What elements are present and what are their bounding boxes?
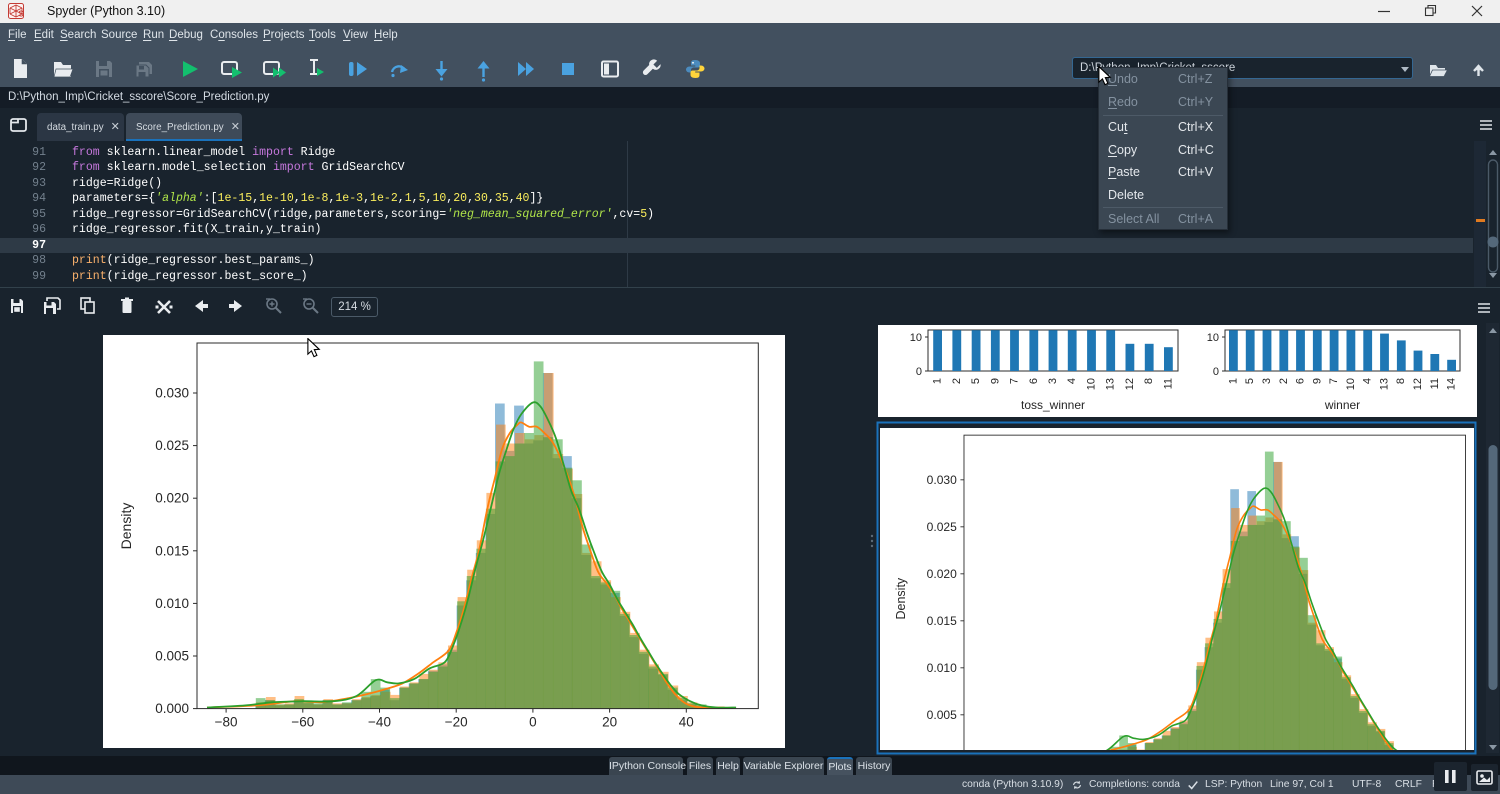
svg-text:S: S: [19, 10, 25, 19]
